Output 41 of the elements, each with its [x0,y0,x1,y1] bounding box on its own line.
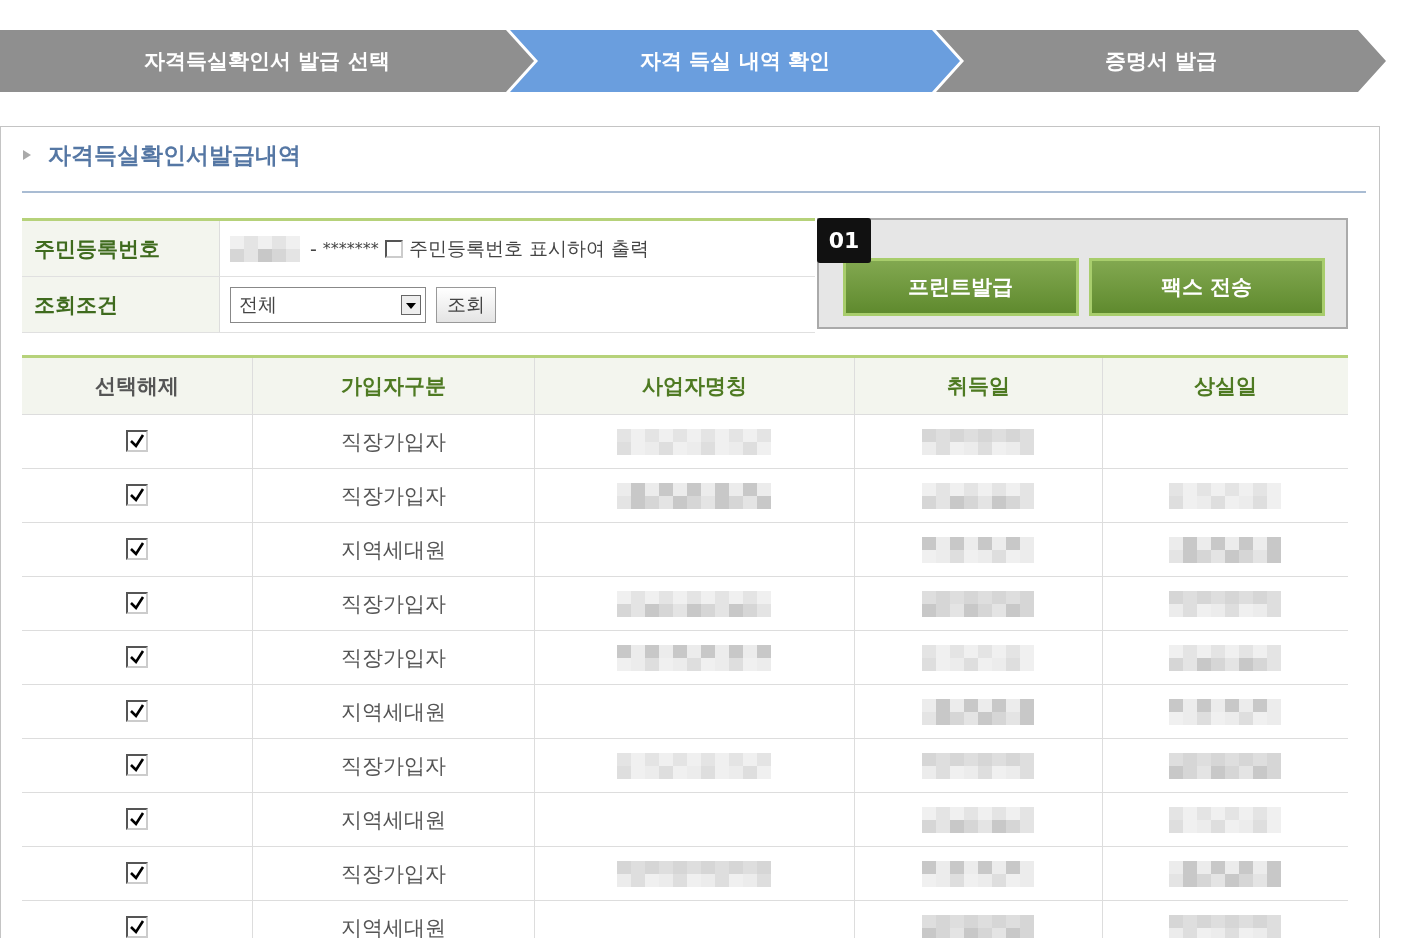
step-badge: 01 [816,218,872,263]
table-cell: 지역세대원 [252,684,534,739]
table-cell: 직장가입자 [252,468,534,523]
column-header: 사업자명칭 [534,356,854,415]
section-title: 자격득실확인서발급내역 [48,140,301,170]
checkbox[interactable] [125,646,148,668]
table-cell: 직장가입자 [252,738,534,793]
checkbox[interactable] [125,592,148,614]
table-cell: 직장가입자 [252,630,534,685]
step-tab[interactable]: 자격득실확인서 발급 선택 [0,30,534,92]
table-cell: 직장가입자 [252,846,534,901]
column-header: 가입자구분 [252,356,534,415]
checkbox[interactable] [125,808,148,830]
checkbox[interactable] [125,430,148,452]
separator-text: - [310,237,317,260]
field-label: 주민등록번호 [22,221,220,276]
column-header: 취득일 [854,356,1102,415]
column-header: 선택해제 [22,356,252,415]
checkbox-label: 주민등록번호 표시하여 출력 [408,235,649,261]
action-button[interactable]: 팩스 전송 [1088,257,1325,316]
checkbox[interactable] [125,862,148,884]
condition-dropdown[interactable]: 전체 [230,286,426,323]
checkbox[interactable] [125,484,148,506]
checkbox[interactable] [125,700,148,722]
checkbox[interactable] [384,239,403,258]
triangle-icon [22,149,32,161]
table-cell: 직장가입자 [252,414,534,469]
column-header: 상실일 [1102,356,1348,415]
checkbox[interactable] [125,916,148,938]
masked-number: ******* [322,239,379,258]
table-cell: 직장가입자 [252,576,534,631]
checkbox[interactable] [125,538,148,560]
checkbox[interactable] [125,754,148,776]
step-tab[interactable]: 자격 득실 내역 확인 [510,30,960,92]
search-button[interactable]: 조회 [436,286,496,323]
field-label: 조회조건 [22,277,220,332]
table-cell: 지역세대원 [252,900,534,938]
table-cell: 지역세대원 [252,522,534,577]
step-tab[interactable]: 증명서 발급 [936,30,1386,92]
action-button[interactable]: 프린트발급 [842,257,1079,316]
table-cell: 지역세대원 [252,792,534,847]
